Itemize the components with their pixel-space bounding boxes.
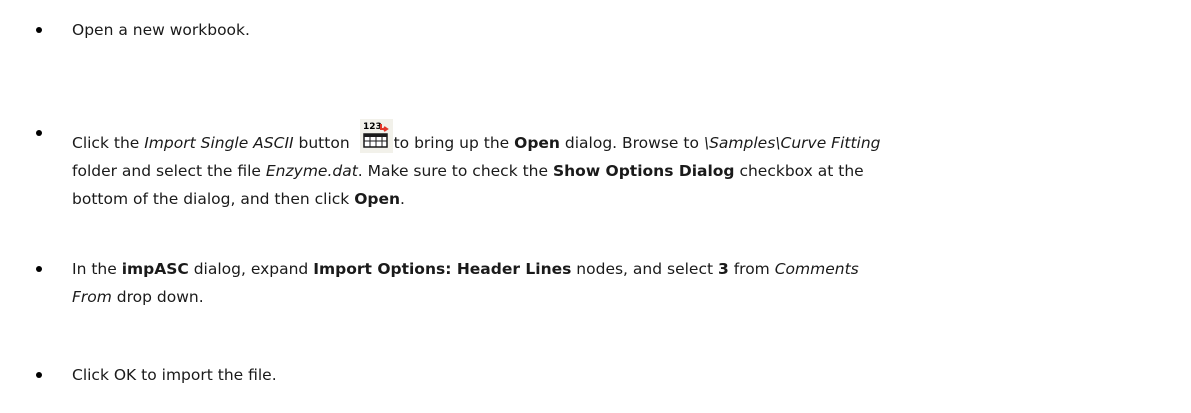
text-segment-bold: 3: [717, 260, 729, 278]
icon-label: 123: [363, 122, 382, 132]
text-segment-italic: Import Single ASCII: [144, 134, 294, 152]
text-segment: button: [293, 134, 355, 152]
text-segment-italic: Enzyme.dat: [265, 162, 358, 180]
text-segment-bold: Show Options Dialog: [552, 162, 735, 180]
text-segment: Open a new workbook.: [72, 21, 250, 39]
import-single-ascii-icon[interactable]: 123: [359, 119, 393, 153]
bullet-icon: [36, 266, 42, 272]
text-segment: dialog. Browse to: [559, 134, 704, 152]
bullet-icon: [36, 27, 42, 33]
text-segment: nodes, and select: [571, 260, 718, 278]
text-segment: to bring up the: [393, 134, 515, 152]
text-segment: bottom of the dialog, and then click: [72, 190, 355, 208]
text-segment: Click the: [72, 134, 145, 152]
text-segment: Click OK to import the file.: [72, 366, 277, 384]
text-segment: from: [728, 260, 775, 278]
list-item-text: In the impASC dialog, expand Import Opti…: [72, 255, 1152, 311]
list-item-text: Click the Import Single ASCII button 123…: [72, 119, 1152, 213]
text-segment: dialog, expand: [188, 260, 314, 278]
text-segment-italic: From: [72, 288, 112, 306]
list-item-text: Open a new workbook.: [72, 16, 1152, 44]
bullet-icon: [36, 372, 42, 378]
text-segment-italic: \Samples\Curve Fitting: [703, 134, 881, 152]
text-segment: . Make sure to check the: [357, 162, 553, 180]
text-segment: In the: [72, 260, 122, 278]
text-segment-bold: impASC: [121, 260, 189, 278]
text-segment: folder and select the file: [72, 162, 266, 180]
text-segment-italic: Comments: [774, 260, 859, 278]
text-segment-bold: Import Options: Header Lines: [313, 260, 572, 278]
text-segment: drop down.: [111, 288, 204, 306]
text-segment: .: [400, 190, 405, 208]
instruction-list: Open a new workbook. Click the Import Si…: [0, 0, 1191, 413]
list-item-text: Click OK to import the file.: [72, 361, 1152, 389]
bullet-icon: [36, 130, 42, 136]
text-segment-bold: Open: [514, 134, 560, 152]
text-segment-bold: Open: [354, 190, 401, 208]
text-segment: checkbox at the: [734, 162, 864, 180]
